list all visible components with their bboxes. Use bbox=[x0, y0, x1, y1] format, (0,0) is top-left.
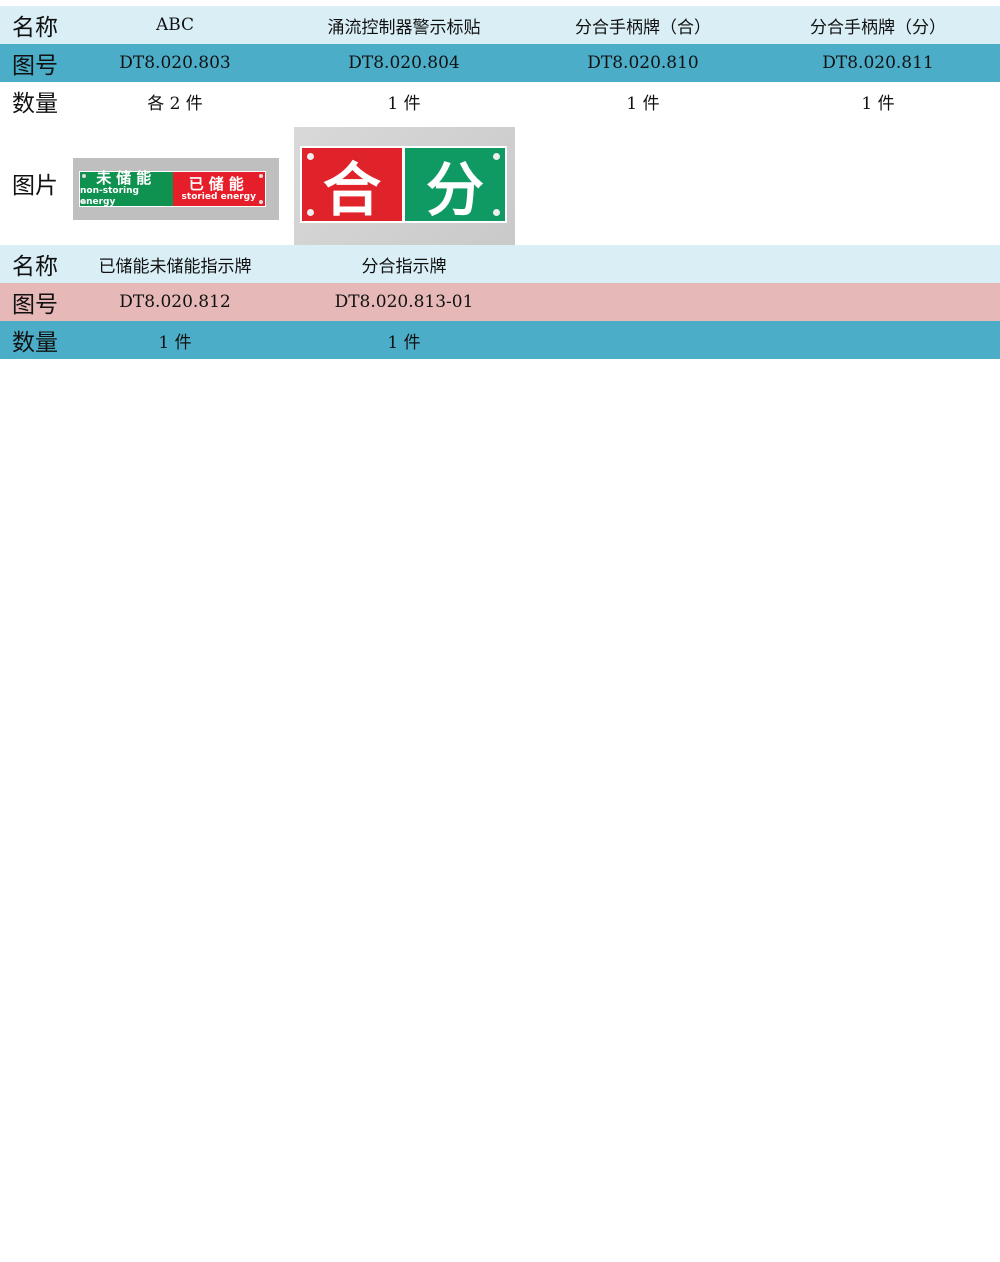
parts-sheet: 名称 ABC 涌流控制器警示标贴 分合手柄牌（合） 分合手柄牌（分） 图号 DT… bbox=[0, 6, 1000, 359]
sign-open-half: 分 bbox=[405, 148, 505, 224]
cell-code: DT8.020.803 bbox=[119, 53, 231, 73]
sign-storied-half: 已储能 storied energy bbox=[172, 172, 265, 206]
cell-name: ABC bbox=[155, 15, 195, 35]
label-name: 名称 bbox=[12, 15, 58, 41]
cell-code: DT8.020.812 bbox=[119, 292, 231, 312]
sign-close-half: 合 bbox=[302, 148, 402, 224]
sign-storied-subtitle: storied energy bbox=[181, 191, 256, 202]
cell-qty: 1 件 bbox=[626, 93, 660, 114]
sign-close-char: 合 bbox=[322, 155, 381, 224]
row-code-2: 图号 DT8.020.812 DT8.020.813-01 bbox=[0, 283, 1000, 321]
cell-code: DT8.020.811 bbox=[822, 53, 934, 73]
cell-name: 涌流控制器警示标贴 bbox=[327, 17, 481, 38]
label-name: 名称 bbox=[12, 254, 58, 280]
cell-code bbox=[530, 283, 756, 321]
cell-qty bbox=[756, 321, 1000, 359]
cell-code: DT8.020.810 bbox=[587, 53, 699, 73]
sign-non-storing-subtitle: non-storing energy bbox=[80, 186, 139, 207]
row-code-1: 图号 DT8.020.803 DT8.020.804 DT8.020.810 D… bbox=[0, 44, 1000, 82]
sign-open-char: 分 bbox=[425, 155, 484, 224]
cell-name: 分合手柄牌（合） bbox=[575, 17, 711, 38]
cell-code: DT8.020.813-01 bbox=[334, 292, 474, 312]
label-code: 图号 bbox=[12, 53, 58, 79]
row-qty-1: 数量 各 2 件 1 件 1 件 1 件 bbox=[0, 82, 1000, 120]
cell-qty bbox=[530, 321, 756, 359]
cell-qty: 1 件 bbox=[861, 93, 895, 114]
cell-name: 分合指示牌 bbox=[361, 256, 447, 277]
sign-storied-title: 已储能 bbox=[188, 174, 249, 193]
cell-qty: 1 件 bbox=[158, 332, 192, 353]
label-qty: 数量 bbox=[12, 330, 58, 356]
sign-non-storing-half: 未储能 non-storing energy bbox=[80, 169, 173, 207]
label-image: 图片 bbox=[12, 172, 58, 199]
cell-qty: 1 件 bbox=[387, 332, 421, 353]
row-name-1: 名称 ABC 涌流控制器警示标贴 分合手柄牌（合） 分合手柄牌（分） bbox=[0, 6, 1000, 44]
open-close-sign-image: 合 分 bbox=[294, 127, 515, 251]
sign-non-storing-title: 未储能 bbox=[96, 169, 157, 187]
cell-qty: 各 2 件 bbox=[147, 93, 203, 114]
cell-name bbox=[530, 245, 756, 283]
cell-qty: 1 件 bbox=[387, 93, 421, 114]
label-code: 图号 bbox=[12, 292, 58, 318]
cell-code bbox=[756, 283, 1000, 321]
cell-code: DT8.020.804 bbox=[348, 53, 460, 73]
cell-name bbox=[756, 245, 1000, 283]
row-name-2: 名称 已储能未储能指示牌 分合指示牌 bbox=[0, 245, 1000, 283]
row-qty-2: 数量 1 件 1 件 bbox=[0, 321, 1000, 359]
cell-name: 分合手柄牌（分） bbox=[810, 17, 946, 38]
label-qty: 数量 bbox=[12, 91, 58, 117]
cell-name: 已储能未储能指示牌 bbox=[98, 256, 252, 277]
energy-indicator-sign-image: 未储能 non-storing energy 已储能 storied energ… bbox=[73, 158, 279, 220]
